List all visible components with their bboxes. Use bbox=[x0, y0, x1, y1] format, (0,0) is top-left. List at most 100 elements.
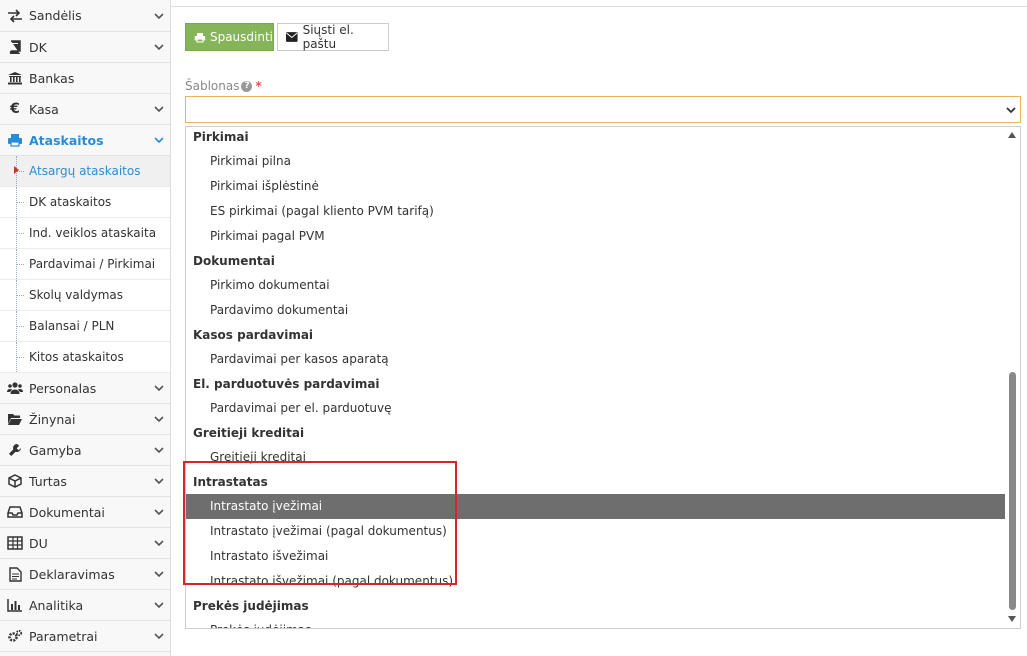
sidebar-item-label: Ataskaitos bbox=[29, 132, 104, 148]
top-divider bbox=[171, 0, 1027, 7]
dropdown-option[interactable]: Intrastato išvežimai bbox=[186, 544, 1005, 569]
sidebar-item-label: Analitika bbox=[29, 597, 84, 613]
template-select[interactable] bbox=[185, 96, 1021, 123]
sidebar-item-zinynai[interactable]: Žinynai bbox=[0, 404, 170, 435]
sidebar: Sandėlis DK Bankas € Kasa Ataskaitos Ats… bbox=[0, 0, 171, 656]
dropdown-option-highlighted[interactable]: Intrastato įvežimai bbox=[186, 494, 1005, 519]
chevron-down-icon bbox=[154, 447, 164, 454]
chevron-down-icon bbox=[154, 633, 164, 640]
cube-icon bbox=[6, 473, 24, 489]
sidebar-item-personalas[interactable]: Personalas bbox=[0, 373, 170, 404]
sidebar-subitem-pardavimai-pirkimai[interactable]: Pardavimai / Pirkimai bbox=[0, 249, 170, 280]
caret-right-icon bbox=[14, 166, 19, 174]
sidebar-item-label: DU bbox=[29, 535, 48, 551]
option-group-header: Kasos pardavimai bbox=[193, 328, 314, 342]
sidebar-submenu-ataskaitos: Atsargų ataskaitos DK ataskaitos Ind. ve… bbox=[0, 156, 170, 373]
dropdown-option[interactable]: Pirkimai išplėstinė bbox=[186, 174, 1005, 199]
dropdown-option[interactable]: Pardavimai per kasos aparatą bbox=[186, 347, 1005, 372]
sidebar-item-label: Dokumentai bbox=[29, 504, 105, 520]
dropdown-scrollbar[interactable] bbox=[1005, 127, 1020, 628]
chevron-down-icon bbox=[154, 385, 164, 392]
sidebar-item-label: DK bbox=[29, 39, 47, 55]
sidebar-item-label: Turtas bbox=[29, 473, 67, 489]
sidebar-subitem-label: Pardavimai / Pirkimai bbox=[29, 257, 156, 271]
gears-icon bbox=[6, 628, 24, 644]
sidebar-subitem-dk-ataskaitos[interactable]: DK ataskaitos bbox=[0, 187, 170, 218]
option-group-header: Dokumentai bbox=[193, 254, 275, 268]
chevron-down-icon bbox=[154, 137, 164, 144]
sidebar-item-dk[interactable]: DK bbox=[0, 32, 170, 63]
print-button-label: Spausdinti bbox=[209, 30, 273, 44]
table-icon bbox=[6, 535, 24, 551]
folder-open-icon bbox=[6, 411, 24, 427]
sidebar-subitem-label: Skolų valdymas bbox=[29, 288, 124, 302]
required-marker: * bbox=[255, 79, 262, 93]
sidebar-item-analitika[interactable]: Analitika bbox=[0, 590, 170, 621]
sidebar-item-label: Kasa bbox=[29, 101, 59, 117]
chevron-down-icon bbox=[154, 602, 164, 609]
option-group-header: Intrastatas bbox=[193, 475, 268, 489]
dropdown-option[interactable]: Intrastato išvežimai (pagal dokumentus) bbox=[186, 569, 1005, 594]
sidebar-item-label: Žinynai bbox=[29, 411, 76, 427]
sidebar-subitem-label: DK ataskaitos bbox=[29, 195, 112, 209]
sidebar-subitem-atsargu-ataskaitos[interactable]: Atsargų ataskaitos bbox=[0, 156, 170, 187]
sidebar-item-label: Personalas bbox=[29, 380, 97, 396]
sidebar-item-label: Deklaravimas bbox=[29, 566, 115, 582]
dropdown-option[interactable]: Pirkimo dokumentai bbox=[186, 273, 1005, 298]
bar-chart-icon bbox=[6, 597, 24, 613]
scroll-down-arrow-icon[interactable] bbox=[1008, 616, 1016, 622]
dropdown-option[interactable]: Intrastato įvežimai (pagal dokumentus) bbox=[186, 519, 1005, 544]
sidebar-subitem-skolu-valdymas[interactable]: Skolų valdymas bbox=[0, 280, 170, 311]
sidebar-item-turtas[interactable]: Turtas bbox=[0, 466, 170, 497]
chevron-down-icon bbox=[154, 12, 164, 19]
chevron-down-icon bbox=[154, 571, 164, 578]
sidebar-item-sandelis[interactable]: Sandėlis bbox=[0, 0, 170, 32]
sidebar-subitem-label: Balansai / PLN bbox=[29, 319, 115, 333]
dropdown-option[interactable]: Greitieji kreditai bbox=[186, 445, 1005, 470]
template-label-text: Šablonas bbox=[185, 79, 240, 93]
print-button[interactable]: Spausdinti bbox=[185, 23, 274, 51]
print-icon bbox=[6, 132, 24, 148]
inbox-icon bbox=[6, 504, 24, 520]
option-group-header: Greitieji kreditai bbox=[193, 426, 305, 440]
scrollbar-thumb[interactable] bbox=[1009, 372, 1016, 610]
sidebar-subitem-kitos-ataskaitos[interactable]: Kitos ataskaitos bbox=[0, 342, 170, 373]
option-group-header: Pirkimai bbox=[193, 130, 249, 144]
users-icon bbox=[6, 380, 24, 396]
sidebar-item-label: Sandėlis bbox=[29, 8, 82, 23]
sidebar-item-parametrai[interactable]: Parametrai bbox=[0, 621, 170, 652]
send-email-button-label: Siųsti el. paštu bbox=[302, 23, 354, 51]
sidebar-item-deklaravimas[interactable]: Deklaravimas bbox=[0, 559, 170, 590]
dropdown-option[interactable]: Pirkimai pagal PVM bbox=[186, 224, 1005, 249]
help-icon[interactable]: ? bbox=[241, 80, 253, 92]
dropdown-option[interactable]: Prekės judėjimas bbox=[186, 618, 1005, 628]
chevron-down-icon bbox=[154, 478, 164, 485]
send-email-button[interactable]: Siųsti el. paštu bbox=[277, 23, 389, 51]
dropdown-option[interactable]: Pardavimo dokumentai bbox=[186, 298, 1005, 323]
exchange-arrows-icon bbox=[6, 8, 24, 24]
sidebar-subitem-balansai-pln[interactable]: Balansai / PLN bbox=[0, 311, 170, 342]
dropdown-option[interactable]: ES pirkimai (pagal kliento PVM tarifą) bbox=[186, 199, 1005, 224]
dropdown-option[interactable]: Pirkimai pilna bbox=[186, 149, 1005, 174]
template-dropdown-list[interactable]: Pirkimai Pirkimai pilna Pirkimai išplėst… bbox=[185, 126, 1021, 629]
book-icon bbox=[6, 39, 24, 55]
dropdown-options: Pirkimai Pirkimai pilna Pirkimai išplėst… bbox=[186, 127, 1006, 628]
sidebar-item-kasa[interactable]: € Kasa bbox=[0, 94, 170, 125]
print-icon bbox=[194, 32, 206, 43]
chevron-down-icon bbox=[154, 416, 164, 423]
chevron-down-icon bbox=[154, 540, 164, 547]
sidebar-subitem-ind-veiklos[interactable]: Ind. veiklos ataskaita bbox=[0, 218, 170, 249]
sidebar-item-label: Gamyba bbox=[29, 442, 82, 458]
sidebar-item-gamyba[interactable]: Gamyba bbox=[0, 435, 170, 466]
sidebar-subitem-label: Kitos ataskaitos bbox=[29, 350, 124, 364]
option-group-header: Prekės judėjimas bbox=[193, 599, 309, 613]
option-group-header: El. parduotuvės pardavimai bbox=[193, 377, 380, 391]
sidebar-item-bankas[interactable]: Bankas bbox=[0, 63, 170, 94]
sidebar-item-du[interactable]: DU bbox=[0, 528, 170, 559]
scroll-up-arrow-icon[interactable] bbox=[1008, 132, 1016, 138]
sidebar-item-dokumentai[interactable]: Dokumentai bbox=[0, 497, 170, 528]
file-text-icon bbox=[6, 566, 24, 582]
dropdown-option[interactable]: Pardavimai per el. parduotuvę bbox=[186, 396, 1005, 421]
sidebar-item-ataskaitos[interactable]: Ataskaitos bbox=[0, 125, 170, 156]
chevron-down-icon bbox=[154, 106, 164, 113]
